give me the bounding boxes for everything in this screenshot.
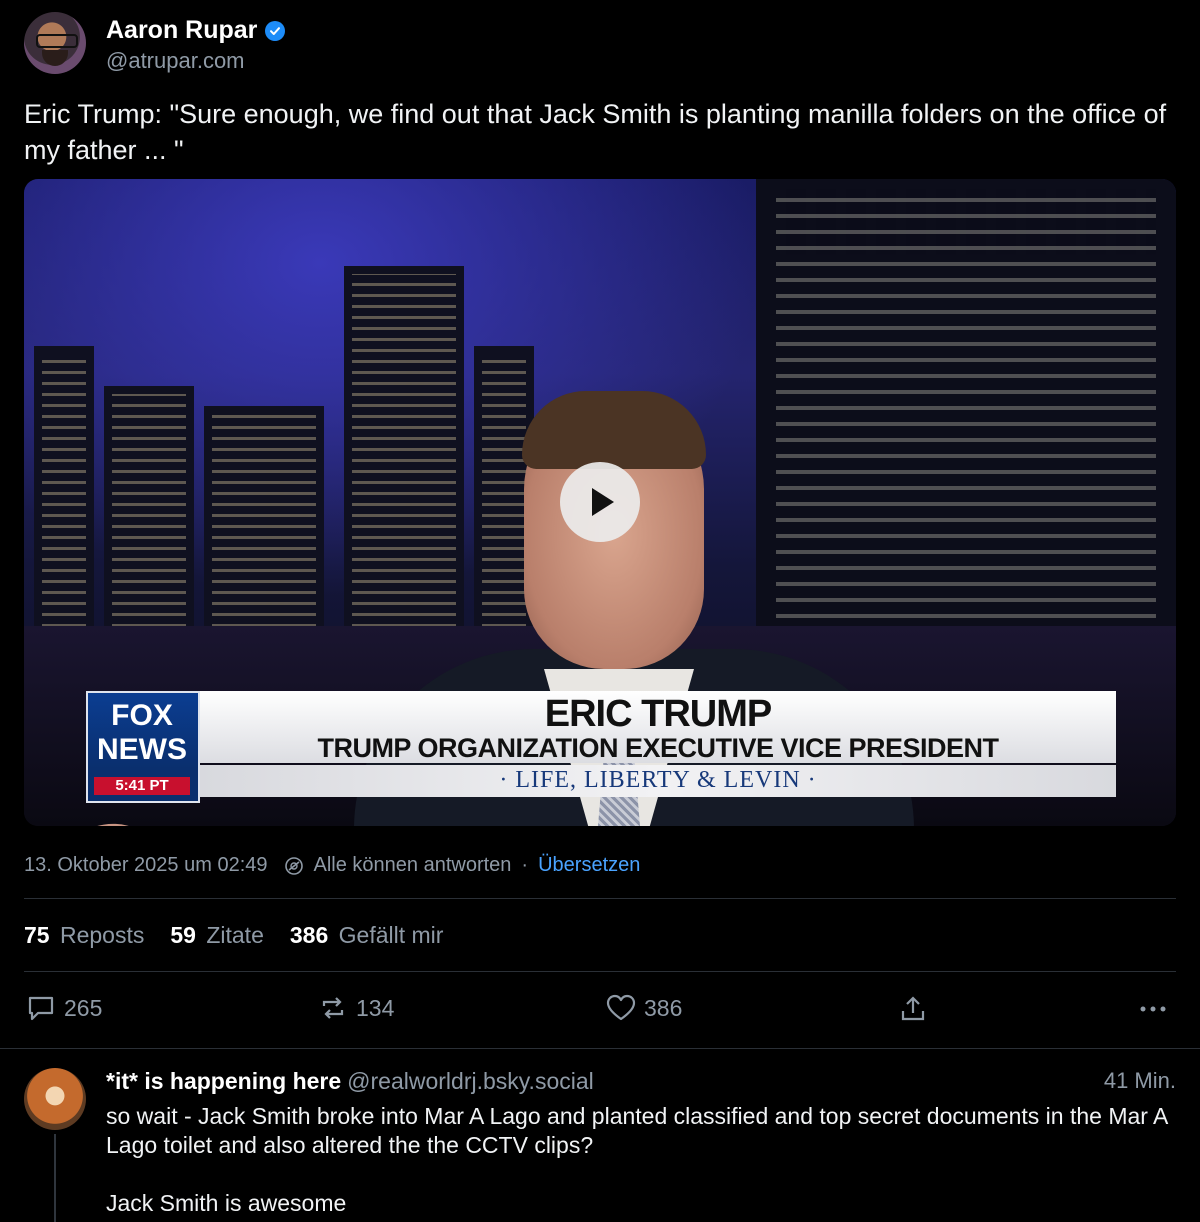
- repost-button[interactable]: 134: [318, 994, 394, 1022]
- news-lower-third: FOX NEWS 5:41 PT ERIC TRUMP TRUMP ORGANI…: [86, 691, 1116, 803]
- likes-label: Gefällt mir: [338, 922, 444, 948]
- post-timestamp[interactable]: 13. Oktober 2025 um 02:49: [24, 854, 268, 877]
- reply-author-handle[interactable]: @realworldrj.bsky.social: [347, 1068, 594, 1094]
- avatar-glasses: [36, 34, 78, 48]
- author-handle[interactable]: @atrupar.com: [106, 48, 245, 74]
- reply-button[interactable]: 265: [26, 994, 102, 1022]
- video-player[interactable]: FOX NEWS 5:41 PT ERIC TRUMP TRUMP ORGANI…: [24, 179, 1176, 826]
- quotes-count: 59: [170, 922, 196, 948]
- more-dots-icon: [1140, 1006, 1166, 1012]
- reply-setting-text: Alle können antworten: [313, 854, 512, 876]
- more-options-button[interactable]: [1138, 994, 1168, 1024]
- reposts-stat[interactable]: 75 Reposts: [24, 922, 144, 949]
- stats-row: 75 Reposts 59 Zitate 386 Gefällt mir: [24, 922, 443, 949]
- reposts-count: 75: [24, 922, 50, 948]
- share-button[interactable]: [898, 994, 928, 1024]
- chyron-title: TRUMP ORGANIZATION EXECUTIVE VICE PRESID…: [317, 733, 999, 763]
- video-building: [204, 406, 324, 646]
- logo-line2: NEWS: [97, 733, 187, 766]
- translate-link[interactable]: Übersetzen: [538, 854, 640, 877]
- chyron-show-name: · LIFE, LIBERTY & LEVIN ·: [499, 767, 817, 793]
- video-building: [344, 266, 464, 646]
- like-button[interactable]: 386: [606, 994, 682, 1022]
- logo-time: 5:41 PT: [94, 777, 190, 795]
- verified-badge-icon: [265, 20, 286, 41]
- chyron-name: ERIC TRUMP: [544, 693, 772, 735]
- post-text: Eric Trump: "Sure enough, we find out th…: [24, 99, 1167, 165]
- meta-separator: ·: [521, 854, 529, 876]
- play-icon: [592, 488, 614, 516]
- logo-line1: FOX: [111, 699, 173, 732]
- likes-count: 386: [289, 922, 329, 948]
- reply-author-name[interactable]: *it* is happening here: [106, 1068, 341, 1094]
- post-meta-row: 13. Oktober 2025 um 02:49 Alle können an…: [24, 854, 640, 877]
- author-name[interactable]: Aaron Rupar: [106, 16, 257, 45]
- thread-line: [54, 1134, 56, 1222]
- chyron-show-bar: · LIFE, LIBERTY & LEVIN ·: [200, 765, 1116, 797]
- reply-setting-icon: [284, 856, 304, 876]
- author-name-row[interactable]: Aaron Rupar: [106, 16, 286, 45]
- share-icon: [901, 996, 925, 1021]
- divider: [24, 898, 1176, 899]
- reply-count: 265: [64, 994, 103, 1021]
- quotes-label: Zitate: [206, 922, 264, 948]
- heart-icon: [606, 994, 636, 1021]
- quotes-stat[interactable]: 59 Zitate: [170, 922, 264, 949]
- repost-count: 134: [356, 994, 395, 1021]
- reply-header: *it* is happening here @realworldrj.bsky.…: [106, 1068, 594, 1095]
- video-building: [34, 346, 94, 646]
- likes-stat[interactable]: 386 Gefällt mir: [290, 922, 444, 949]
- reply-time[interactable]: 41 Min.: [1104, 1068, 1176, 1094]
- chyron-name-bar: ERIC TRUMP TRUMP ORGANIZATION EXECUTIVE …: [200, 691, 1116, 763]
- reply-text: so wait - Jack Smith broke into Mar A La…: [106, 1103, 1168, 1216]
- repost-icon: [322, 997, 344, 1019]
- divider: [0, 1048, 1200, 1049]
- fox-news-logo: FOX NEWS 5:41 PT: [86, 691, 200, 803]
- divider: [24, 971, 1176, 972]
- reposts-label: Reposts: [59, 922, 145, 948]
- avatar-beard: [42, 50, 68, 66]
- video-building: [104, 386, 194, 646]
- reply-avatar[interactable]: [24, 1068, 86, 1130]
- like-count: 386: [644, 994, 683, 1021]
- video-hair: [522, 391, 706, 469]
- author-avatar[interactable]: [24, 12, 86, 74]
- reply-icon: [28, 996, 54, 1021]
- play-button[interactable]: [560, 462, 640, 542]
